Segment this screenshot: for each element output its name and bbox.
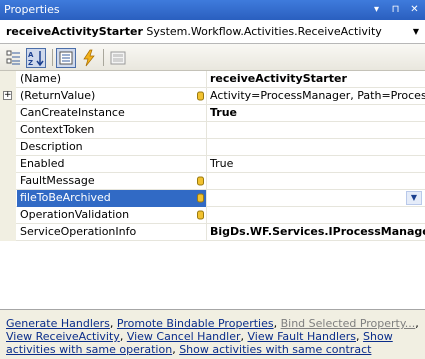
- properties-icon: [59, 51, 73, 65]
- property-row-serviceoperationinfo[interactable]: ServiceOperationInfo BigDs.WF.Services.I…: [0, 224, 425, 241]
- link-separator: ,: [119, 330, 127, 343]
- events-button[interactable]: [79, 48, 99, 68]
- property-row-filetobearchived[interactable]: fileToBeArchived ▼: [0, 190, 425, 207]
- property-value[interactable]: [207, 173, 425, 190]
- svg-text:A: A: [28, 51, 34, 59]
- toolbar-separator: [103, 49, 104, 66]
- property-name: (ReturnValue): [20, 89, 96, 102]
- link-separator: ,: [356, 330, 364, 343]
- window-title: Properties: [4, 3, 60, 16]
- properties-toolbar: A Z: [0, 44, 425, 71]
- property-value[interactable]: [207, 122, 425, 139]
- auto-hide-pin-button[interactable]: ⊓: [389, 3, 402, 16]
- property-name: Description: [20, 140, 83, 153]
- window-position-dropdown-button[interactable]: ▾: [370, 3, 383, 16]
- property-value[interactable]: [207, 139, 425, 156]
- properties-button[interactable]: [56, 48, 76, 68]
- property-grid: (Name) receiveActivityStarter + (ReturnV…: [0, 71, 425, 242]
- title-buttons: ▾ ⊓ ✕: [370, 3, 421, 16]
- grid-empty-area: [0, 242, 425, 309]
- property-value[interactable]: Activity=ProcessManager, Path=ProcessRes: [207, 88, 425, 105]
- property-name: FaultMessage: [20, 174, 95, 187]
- lightning-icon: [83, 49, 95, 67]
- commands-pane: Generate Handlers, Promote Bindable Prop…: [0, 309, 425, 359]
- property-name: CanCreateInstance: [20, 106, 125, 119]
- generate-handlers-link[interactable]: Generate Handlers: [6, 317, 110, 330]
- property-value[interactable]: receiveActivityStarter: [207, 71, 425, 88]
- property-value[interactable]: [207, 207, 425, 224]
- property-name: OperationValidation: [20, 208, 130, 221]
- property-name: ContextToken: [20, 123, 95, 136]
- property-row-returnvalue[interactable]: + (ReturnValue) Activity=ProcessManager,…: [0, 88, 425, 105]
- bind-cylinder-icon[interactable]: [197, 91, 204, 101]
- row-gutter: [0, 207, 16, 224]
- title-bar: Properties ▾ ⊓ ✕: [0, 0, 425, 20]
- property-row-operationvalidation[interactable]: OperationValidation: [0, 207, 425, 224]
- link-separator: ,: [273, 317, 281, 330]
- value-dropdown-button[interactable]: ▼: [406, 191, 422, 205]
- property-value[interactable]: True: [207, 156, 425, 173]
- bind-selected-property-link: Bind Selected Property...: [280, 317, 416, 330]
- property-name-selected: fileToBeArchived: [17, 190, 207, 207]
- view-receiveactivity-link[interactable]: View ReceiveActivity: [6, 330, 120, 343]
- row-gutter: [0, 122, 16, 139]
- property-row-cancreateinstance[interactable]: CanCreateInstance True: [0, 105, 425, 122]
- link-separator: ,: [415, 317, 419, 330]
- object-name: receiveActivityStarter: [6, 25, 143, 38]
- property-row-name[interactable]: (Name) receiveActivityStarter: [0, 71, 425, 88]
- object-selector-combo[interactable]: receiveActivityStarter System.Workflow.A…: [0, 20, 425, 44]
- property-row-description[interactable]: Description: [0, 139, 425, 156]
- row-gutter: [0, 139, 16, 156]
- property-name: (Name): [20, 72, 62, 85]
- alphabetical-button[interactable]: A Z: [26, 48, 46, 68]
- row-gutter: [0, 71, 16, 88]
- property-value-editor[interactable]: [207, 190, 425, 207]
- bind-cylinder-icon[interactable]: [197, 210, 204, 220]
- property-value[interactable]: BigDs.WF.Services.IProcessManagerSe: [207, 224, 425, 241]
- property-row-faultmessage[interactable]: FaultMessage: [0, 173, 425, 190]
- object-selector-dropdown-icon[interactable]: ▼: [410, 25, 422, 38]
- promote-bindable-properties-link[interactable]: Promote Bindable Properties: [117, 317, 274, 330]
- bind-cylinder-icon[interactable]: [197, 193, 204, 203]
- property-name: ServiceOperationInfo: [20, 225, 137, 238]
- chevron-down-icon: ▼: [410, 193, 418, 202]
- property-value[interactable]: True: [207, 105, 425, 122]
- expand-plus-icon[interactable]: +: [3, 91, 12, 100]
- property-row-enabled[interactable]: Enabled True: [0, 156, 425, 173]
- property-pages-button[interactable]: [108, 48, 128, 68]
- bind-cylinder-icon[interactable]: [197, 176, 204, 186]
- show-activities-same-contract-link[interactable]: Show activities with same contract: [179, 343, 371, 356]
- row-gutter: [0, 156, 16, 173]
- link-separator: ,: [240, 330, 248, 343]
- close-button[interactable]: ✕: [408, 3, 421, 16]
- property-row-contexttoken[interactable]: ContextToken: [0, 122, 425, 139]
- row-gutter: [0, 105, 16, 122]
- row-gutter: [0, 190, 16, 207]
- object-type: System.Workflow.Activities.ReceiveActivi…: [146, 25, 382, 38]
- categorized-icon: [6, 50, 20, 65]
- svg-text:Z: Z: [28, 59, 33, 67]
- categorized-button[interactable]: [4, 48, 24, 68]
- row-gutter: [0, 224, 16, 241]
- row-gutter: +: [0, 88, 16, 105]
- view-cancel-handler-link[interactable]: View Cancel Handler: [127, 330, 241, 343]
- toolbar-separator: [52, 49, 53, 66]
- alphabetical-icon: A Z: [28, 51, 44, 67]
- property-pages-icon: [110, 51, 126, 65]
- view-fault-handlers-link[interactable]: View Fault Handlers: [248, 330, 357, 343]
- property-name: Enabled: [20, 157, 65, 170]
- link-separator: ,: [109, 317, 117, 330]
- row-gutter: [0, 173, 16, 190]
